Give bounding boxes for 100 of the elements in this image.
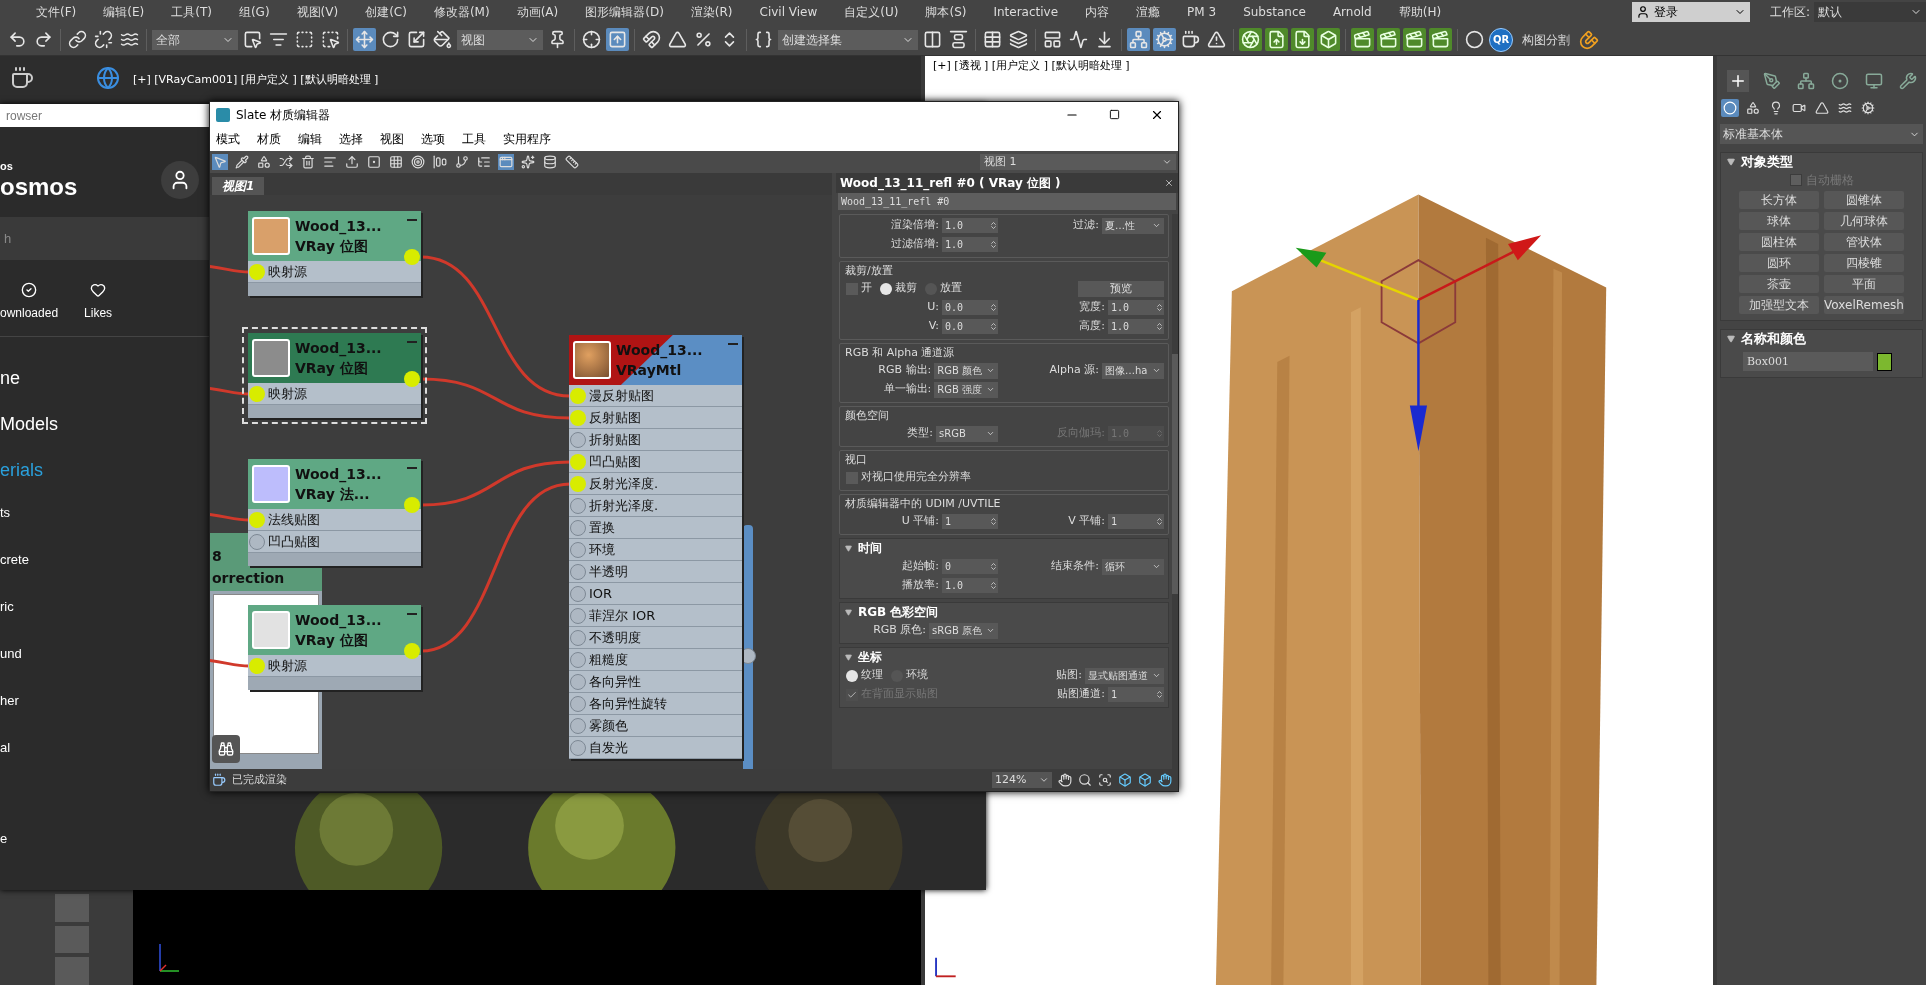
unlink-icon[interactable] [92, 28, 115, 51]
menu-item[interactable]: 内容 [1085, 3, 1110, 21]
menu-item[interactable]: Arnold [1332, 3, 1372, 21]
paint-bucket-icon[interactable] [431, 28, 454, 51]
primitive-button[interactable]: 长方体 [1739, 191, 1819, 209]
color-swatch[interactable] [1877, 352, 1892, 371]
wrench-icon[interactable] [1897, 70, 1919, 92]
menu-item[interactable]: 模式 [216, 130, 240, 148]
user-avatar-icon[interactable] [161, 161, 199, 199]
qr-button[interactable]: QR [1489, 27, 1513, 52]
workspace-dropdown[interactable]: 默认 [1814, 2, 1926, 22]
menu-item[interactable]: Interactive [993, 3, 1059, 21]
menu-item[interactable]: PM 3 [1187, 3, 1217, 21]
menu-item[interactable]: 帮助(H) [1398, 3, 1442, 21]
shuffle-icon[interactable] [278, 154, 294, 170]
primitive-button[interactable]: 四棱锥 [1824, 254, 1904, 272]
plus-icon[interactable] [1727, 70, 1749, 92]
collapse-triangle-icon[interactable] [1727, 158, 1735, 166]
nav-item[interactable]: ne [0, 365, 209, 411]
viewport-label[interactable]: [+] [VRayCam001] [用户定义 ] [默认明暗处理 ] [133, 72, 379, 89]
nav-item[interactable]: Models [0, 411, 209, 457]
clapperboard-icon[interactable] [1429, 28, 1452, 51]
schematic-icon[interactable] [1127, 28, 1150, 51]
primitive-button[interactable]: VoxelRemesh [1824, 296, 1904, 314]
menu-item[interactable]: 选择 [339, 130, 363, 148]
globe-icon[interactable] [96, 66, 120, 90]
arrow-up-icon[interactable] [606, 28, 629, 51]
nav-item[interactable]: und [0, 644, 209, 691]
nav-item[interactable]: ts [0, 503, 209, 550]
primitive-button[interactable]: 几何球体 [1824, 212, 1904, 230]
nav-item[interactable]: ric [0, 597, 209, 644]
pointer-icon[interactable] [212, 154, 228, 170]
primitive-button[interactable]: 圆柱体 [1739, 233, 1819, 251]
menu-item[interactable]: 渲染(R) [690, 3, 733, 21]
pen-icon[interactable] [1761, 70, 1783, 92]
collapse-triangle-icon[interactable] [845, 544, 852, 552]
category-dropdown[interactable]: 标准基本体 [1720, 124, 1923, 144]
hierarchy-icon[interactable] [1795, 70, 1817, 92]
menu-item[interactable]: 编辑 [298, 130, 322, 148]
binoculars-button[interactable] [212, 735, 240, 763]
list-tree-icon[interactable] [476, 154, 492, 170]
triangle-icon[interactable] [1813, 99, 1831, 117]
ruler-icon[interactable] [564, 154, 580, 170]
menu-item[interactable]: 视图(V) [296, 3, 339, 21]
menu-item[interactable]: 动画(A) [516, 3, 559, 21]
settings-icon[interactable] [1153, 28, 1176, 51]
rollout-title[interactable]: 坐标 [858, 648, 882, 666]
menu-item[interactable]: 修改器(M) [433, 3, 490, 21]
menu-item[interactable]: 组(G) [238, 3, 270, 21]
collapse-triangle-icon[interactable] [845, 608, 852, 616]
layers-icon[interactable] [1007, 28, 1030, 51]
menu-item[interactable]: Substance [1243, 3, 1306, 21]
menu-item[interactable]: 自定义(U) [844, 3, 899, 21]
rollout-title[interactable]: 对象类型 [1741, 152, 1793, 172]
map-node[interactable]: Wood_13... VRay 位图 映射源 [248, 605, 421, 690]
square-dot-icon[interactable] [366, 154, 382, 170]
rollout-title[interactable]: 时间 [858, 539, 882, 557]
box-icon[interactable] [1317, 28, 1340, 51]
shapes-icon[interactable] [1744, 99, 1762, 117]
login-dropdown[interactable]: 登录 [1631, 2, 1750, 22]
viewport-label[interactable]: [+] [透视 ] [用户定义 ] [默认明暗处理 ] [933, 57, 1130, 74]
primitive-button[interactable]: 圆环 [1739, 254, 1819, 272]
snap-icon[interactable] [640, 28, 663, 51]
primitive-button[interactable]: 加强型文本 [1739, 296, 1819, 314]
menu-item[interactable]: Civil View [759, 3, 818, 21]
map-node[interactable]: Wood_13... VRay 法... 法线贴图 凹凸贴图 [248, 459, 421, 566]
aperture-icon[interactable] [1239, 28, 1262, 51]
menu-item[interactable]: 渲瘾 [1136, 3, 1161, 21]
name-field[interactable]: Box001 [1743, 352, 1873, 371]
layout-icon[interactable] [322, 154, 338, 170]
database-icon[interactable] [542, 154, 558, 170]
primitive-button[interactable]: 茶壶 [1739, 275, 1819, 293]
menu-item[interactable]: 工具(T) [171, 3, 212, 21]
menu-item[interactable]: 图形编辑器(D) [585, 3, 664, 21]
target-icon[interactable] [410, 154, 426, 170]
dropdown[interactable]: 创建选择集 [778, 29, 918, 50]
radio-button[interactable] [846, 669, 858, 682]
menu-item[interactable]: 视图 [380, 130, 404, 148]
collapse-triangle-icon[interactable] [845, 653, 852, 661]
map-node[interactable]: Wood_13... VRay 位图 映射源 [248, 333, 421, 418]
dropdown[interactable]: 视图 [457, 29, 543, 50]
branch-icon[interactable] [454, 154, 470, 170]
eyedropper-icon[interactable] [234, 154, 250, 170]
view-tab[interactable]: 视图1 [212, 177, 265, 195]
primitive-button[interactable]: 平面 [1824, 275, 1904, 293]
search-field[interactable]: h [0, 217, 209, 260]
grid-icon[interactable] [388, 154, 404, 170]
menu-item[interactable]: 工具 [462, 130, 486, 148]
file-download-icon[interactable] [1291, 28, 1314, 51]
align-icon[interactable] [432, 154, 448, 170]
rollout-title[interactable]: 名称和颜色 [1741, 329, 1806, 349]
file-upload-icon[interactable] [1265, 28, 1288, 51]
clapperboard-icon[interactable] [1377, 28, 1400, 51]
move-icon[interactable] [353, 28, 376, 51]
nav-item[interactable]: crete [0, 550, 209, 597]
collapse-triangle-icon[interactable] [1727, 335, 1735, 343]
menu-item[interactable]: 选项 [421, 130, 445, 148]
menu-item[interactable]: 实用程序 [503, 130, 551, 148]
dropdown[interactable]: 全部 [152, 29, 238, 50]
crosshair-icon[interactable] [580, 28, 603, 51]
